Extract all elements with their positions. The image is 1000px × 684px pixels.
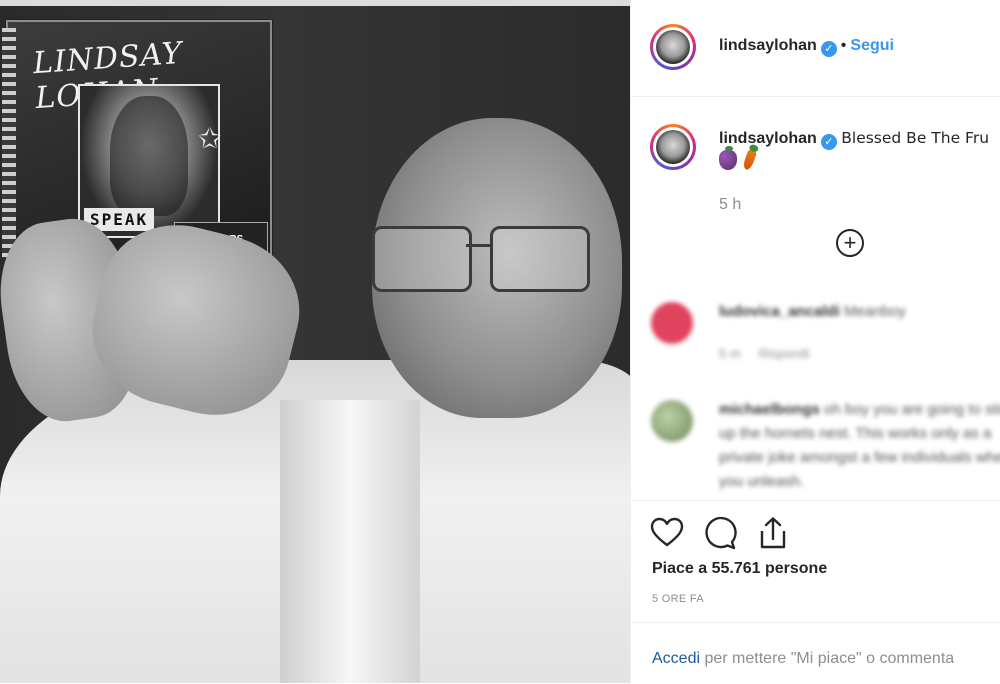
login-line: Accedi per mettere "Mi piace" o commenta: [652, 650, 954, 668]
carrot-emoji-icon: [741, 149, 758, 171]
author-avatar[interactable]: [650, 24, 696, 70]
star-icon: ✩: [198, 123, 222, 154]
comment-body: michaelbongs oh boy you are going to sti…: [719, 398, 1000, 494]
post-photo[interactable]: LINDSAY LOHAN ✩ SPEAK RUMORS: [0, 0, 630, 683]
post-actions: Piace a 55.761 persone 5 ORE FA: [631, 500, 1000, 623]
commenter-username[interactable]: michaelbongs: [719, 401, 820, 418]
comment-item: michaelbongs oh boy you are going to sti…: [631, 398, 1000, 498]
commenter-avatar[interactable]: [651, 302, 693, 344]
verified-badge-icon: ✓: [820, 41, 837, 57]
caption-username[interactable]: lindsaylohan: [719, 130, 817, 147]
comment-item: ludovica_ancaldi Meanboy 5 m Rispondi: [631, 298, 1000, 378]
caption-time[interactable]: 5 h: [719, 196, 741, 214]
author-username[interactable]: lindsaylohan: [719, 37, 817, 54]
comment-time[interactable]: 5 m: [719, 346, 741, 361]
comment-text: Meanboy: [844, 303, 906, 320]
grapes-emoji-icon: [719, 146, 737, 170]
post-sidebar: lindsaylohan ✓ • Segui lindsaylohan ✓ Blesse…: [630, 0, 1000, 683]
login-prompt: Accedi per mettere "Mi piace" o commenta: [631, 622, 1000, 684]
post-header: lindsaylohan ✓ • Segui: [631, 0, 1000, 97]
post-timestamp: 5 ORE FA: [652, 593, 704, 605]
photo-top-strip: [0, 0, 630, 6]
caption-avatar[interactable]: [650, 124, 696, 170]
caption: lindsaylohan ✓ Blessed Be The Fru: [719, 129, 1000, 150]
comment-icon[interactable]: [701, 515, 737, 551]
load-more-comments-plus-icon[interactable]: +: [836, 229, 864, 257]
likes-count[interactable]: Piace a 55.761 persone: [652, 560, 827, 578]
heart-icon[interactable]: [649, 515, 685, 551]
photo-glasses: [372, 226, 622, 296]
share-icon[interactable]: [755, 515, 791, 551]
login-link[interactable]: Accedi: [652, 650, 700, 667]
follow-button[interactable]: Segui: [850, 37, 894, 54]
header-line: lindsaylohan ✓ • Segui: [719, 37, 894, 57]
login-rest-text: per mettere "Mi piace" o commenta: [700, 650, 955, 667]
commenter-avatar[interactable]: [651, 400, 693, 442]
separator-dot: •: [840, 37, 847, 54]
comment-reply-button[interactable]: Rispondi: [759, 346, 810, 361]
comment-body: ludovica_ancaldi Meanboy: [719, 300, 1000, 324]
commenter-username[interactable]: ludovica_ancaldi: [719, 303, 840, 320]
caption-emojis: [719, 146, 762, 175]
comment-meta: 5 m Rispondi: [719, 342, 1000, 366]
verified-badge-icon: ✓: [820, 134, 837, 150]
caption-text: Blessed Be The Fru: [841, 129, 990, 147]
